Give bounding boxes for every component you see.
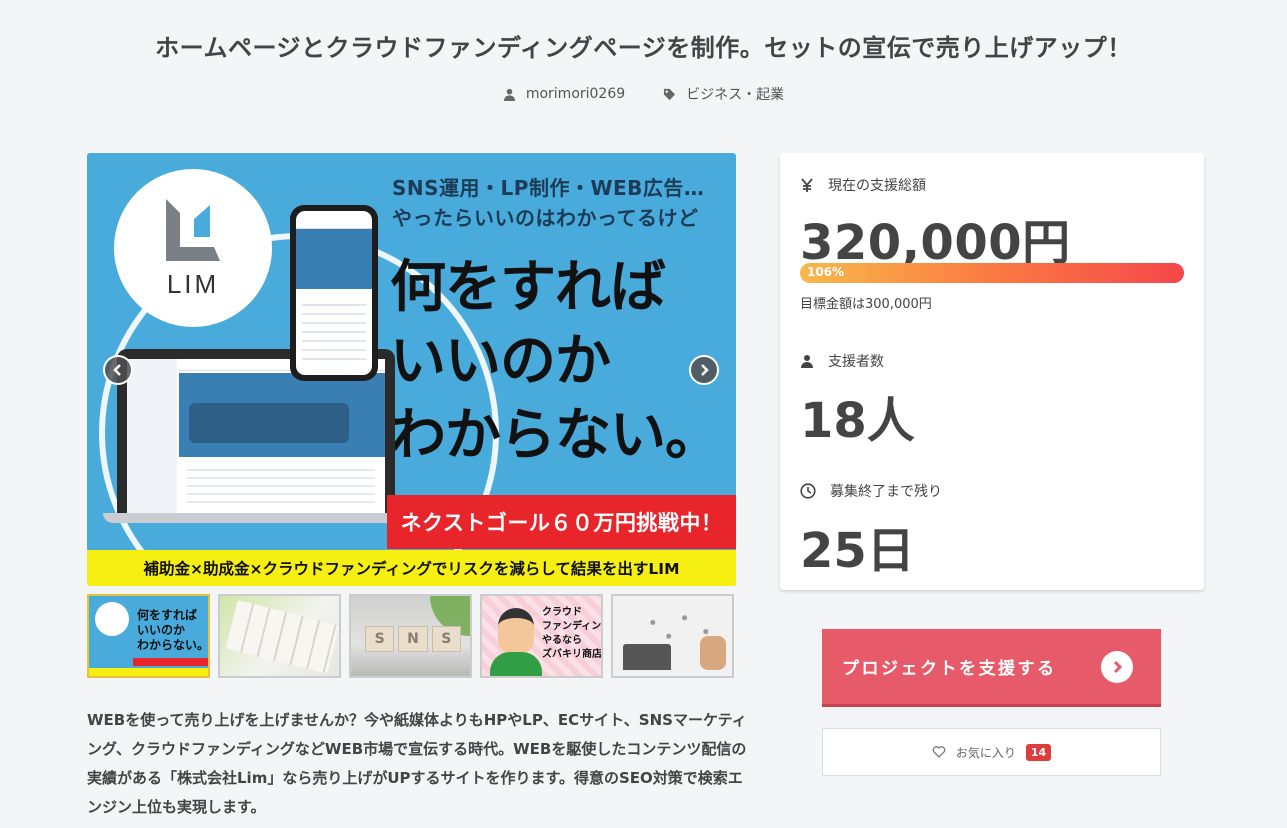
next-slide-button[interactable] xyxy=(689,355,719,385)
category-name: ビジネス・起業 xyxy=(686,87,785,103)
yen-icon xyxy=(801,178,813,192)
tag-icon xyxy=(664,88,676,100)
author-link[interactable]: morimori0269 xyxy=(503,84,625,104)
hero-copy-big-line3: わからない。 xyxy=(390,403,721,468)
phone-mockup xyxy=(290,205,378,381)
chevron-left-icon xyxy=(113,364,121,376)
hero-copy-top: SNS運用・LP制作・WEB広告… やったらいいのはわかってるけど xyxy=(392,173,732,233)
user-icon xyxy=(801,355,813,368)
thumbnail-1[interactable]: 何をすれば いいのか わからない。 xyxy=(87,594,210,678)
thumbnail-strip: 何をすれば いいのか わからない。 S N S クラウド ファンディング やるな… xyxy=(87,594,736,678)
support-button-label: プロジェクトを支援する xyxy=(842,659,1057,679)
category-link[interactable]: ビジネス・起業 xyxy=(663,84,784,104)
tagline-banner: 補助金×助成金×クラウドファンディングでリスクを減らして結果を出すLIM xyxy=(87,550,736,586)
days-label-text: 募集終了まで残り xyxy=(830,484,942,500)
hero-copy-big-line2: いいのか xyxy=(390,329,611,394)
hero-copy-big-line1: 何をすれば xyxy=(390,255,666,320)
days-value: 25日 xyxy=(800,523,915,579)
favorite-label: お気に入り xyxy=(955,745,1016,760)
thumbnail-4-text: クラウド ファンディング やるなら ズバキリ商店 xyxy=(542,607,602,660)
heart-icon xyxy=(932,746,946,758)
backers-value: 18人 xyxy=(800,393,915,449)
progress-bar: 106% xyxy=(800,263,1184,283)
hero-copy-top-line1: SNS運用・LP制作・WEB広告… xyxy=(392,176,705,200)
user-icon xyxy=(503,88,515,101)
next-goal-banner: ネクストゴール６０万円挑戦中！ xyxy=(387,495,736,549)
thumbnail-2[interactable] xyxy=(218,594,341,678)
next-goal-text: ネクストゴール６０万円挑戦中！ xyxy=(400,511,723,535)
project-description: WEBを使って売り上げを上げませんか？今や紙媒体よりもHPやLP、ECサイト、S… xyxy=(87,711,747,816)
thumbnail-1-text: 何をすれば いいのか わからない。 xyxy=(137,608,210,652)
stats-panel: 現在の支援総額 320,000円 106% 目標金額は300,000円 支援者数… xyxy=(780,153,1204,590)
main-image: LIM SNS運用・LP制作・WEB広告… やったらいいのはわかってるけど 何を… xyxy=(87,153,736,586)
sns-block-s: S xyxy=(365,626,395,652)
thumbnail-4[interactable]: クラウド ファンディング やるなら ズバキリ商店 xyxy=(480,594,603,678)
lim-logo-text: LIM xyxy=(166,268,220,299)
project-meta: morimori0269 ビジネス・起業 xyxy=(0,84,1287,104)
prev-slide-button[interactable] xyxy=(103,355,133,385)
lim-logo: LIM xyxy=(114,169,272,327)
sns-block-s2: S xyxy=(431,626,461,652)
hero-copy-top-line2: やったらいいのはわかってるけど xyxy=(392,206,699,230)
author-name: morimori0269 xyxy=(525,86,626,102)
chevron-right-circle-icon xyxy=(1101,650,1133,683)
days-label: 募集終了まで残り xyxy=(800,481,942,501)
backers-label-text: 支援者数 xyxy=(828,354,884,370)
tagline-text: 補助金×助成金×クラウドファンディングでリスクを減らして結果を出すLIM xyxy=(143,560,680,578)
goal-amount: 目標金額は300,000円 xyxy=(800,297,932,312)
favorite-button[interactable]: お気に入り 14 xyxy=(822,728,1161,776)
amount-label: 現在の支援総額 xyxy=(800,175,926,195)
chevron-right-icon xyxy=(701,364,709,376)
progress-percent: 106% xyxy=(807,265,845,279)
project-title: ホームページとクラウドファンディングページを制作。セットの宣伝で売り上げアップ！ xyxy=(155,34,1132,62)
hero-copy-big: 何をすれば いいのか わからない。 xyxy=(390,251,730,473)
lim-logo-mark xyxy=(164,197,222,263)
amount-label-text: 現在の支援総額 xyxy=(828,178,926,194)
laptop-base xyxy=(103,513,409,523)
clock-icon xyxy=(800,483,816,499)
sns-block-n: N xyxy=(398,626,428,652)
thumbnail-5[interactable] xyxy=(611,594,734,678)
backers-label: 支援者数 xyxy=(800,351,884,371)
support-project-button[interactable]: プロジェクトを支援する xyxy=(822,629,1161,707)
favorite-count-badge: 14 xyxy=(1025,743,1052,761)
thumbnail-3[interactable]: S N S xyxy=(349,594,472,678)
